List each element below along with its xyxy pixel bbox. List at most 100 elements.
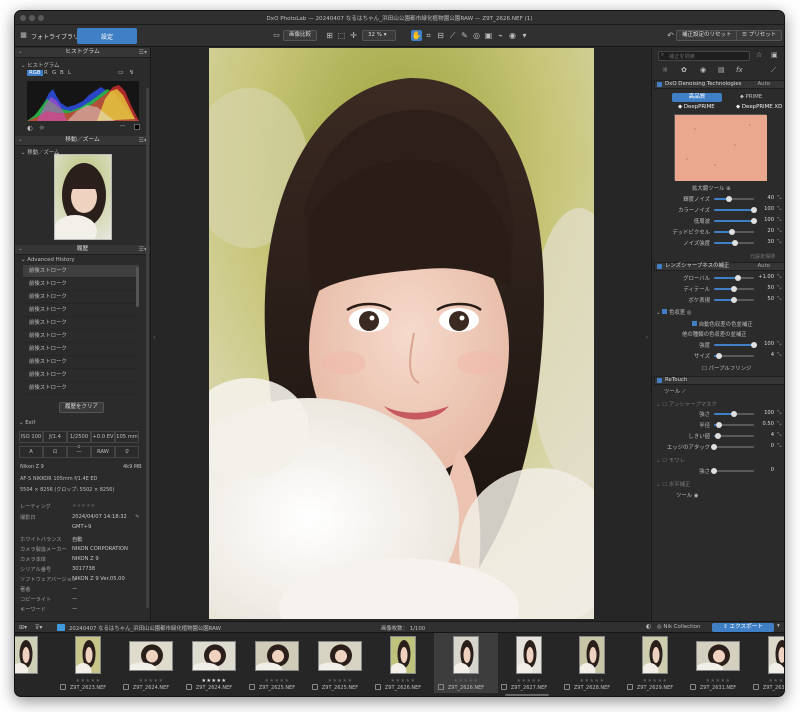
slider-value[interactable]: 0 [756,467,774,473]
retouch-tool-row[interactable]: ツール ⟋ [664,387,686,396]
thumbnail-rating[interactable]: ★★★★★ [623,678,687,684]
export-button[interactable]: ⇪ エクスポート [712,623,774,632]
reset-arrow-icon[interactable]: ⤡ [777,195,781,202]
slider-knob[interactable] [729,229,735,235]
filmstrip-item[interactable]: ★★★★★ Z9T_2626.NEF [371,633,435,693]
slider-value[interactable]: 50 [756,285,774,291]
slider-track[interactable] [714,275,754,281]
slider-track[interactable] [714,218,757,224]
filmstrip-item[interactable]: ★★★★★ Z9T_2624.NEF [182,633,246,693]
slider-value[interactable]: 4 [756,432,774,438]
select-checkbox[interactable] [60,684,66,690]
filmstrip-item[interactable]: ★★★★★ Z9T_2623.NEF [56,633,120,693]
purple-fringe-row[interactable]: ☐ パープルフリンジ [702,364,751,372]
eyedropper-icon[interactable]: ⟋ [771,66,776,75]
filmstrip-item[interactable]: ★★★★★ Z9T_2626.NEF [434,633,498,693]
select-checkbox[interactable] [186,684,192,690]
crop-view-icon[interactable]: ⬚ [336,30,347,41]
reset-arrow-icon[interactable]: ⤡ [777,410,781,417]
slider-track[interactable] [714,196,754,202]
thumbnail-rating[interactable]: ★★★★★ [686,678,750,684]
filmstrip-item[interactable]: ★★★★★ Z9T_2624.NEF [119,633,183,693]
slider-value[interactable]: 100 [756,341,774,347]
filmstrip-item[interactable]: ★★★★★ Z9T_2625.NEF [308,633,372,693]
image-canvas[interactable]: ‹ › [152,48,650,621]
slider-value[interactable]: 40 [756,195,774,201]
slider-knob[interactable] [735,275,741,281]
slider-value[interactable]: 100 [756,206,774,212]
thumbnail-rating[interactable]: ★★★★★ [245,678,309,684]
slider-track[interactable] [714,353,754,359]
lens-sharpness-checkbox[interactable] [657,264,662,269]
chroma-auto-row[interactable]: 自動色収差の色並補正 [692,320,753,328]
hand-tool-icon[interactable]: ✋ [411,30,422,41]
slider-track[interactable] [714,240,754,246]
reset-arrow-icon[interactable]: ⤡ [777,443,781,450]
history-item[interactable]: 前後ストローク [23,278,139,291]
horizon-tool-row[interactable]: ツール ◉ [676,491,699,499]
slider-value[interactable]: 0 [756,443,774,449]
curve-icon[interactable]: ⌒ [120,124,125,132]
fx-icon[interactable]: fx [736,66,743,74]
slider-track[interactable] [714,229,754,235]
light-icon[interactable]: ☼ [662,66,668,74]
reset-arrow-icon[interactable]: ⤡ [777,239,781,246]
folder-name[interactable]: 20240407 なるはちゃん_浜田山公園都市緑化植物園公園RAW [69,624,221,632]
select-checkbox[interactable] [501,684,507,690]
reset-arrow-icon[interactable]: ⤡ [777,285,781,292]
slider-track[interactable] [711,468,754,474]
monitor-icon[interactable]: ▭ [118,69,124,76]
local-adjust-icon[interactable]: ◎ [471,30,482,41]
retouch-checkbox[interactable] [657,378,662,383]
slider-track[interactable] [714,297,754,303]
fit-icon[interactable]: ⊞ [324,30,335,41]
collapse-icon[interactable]: ⌄ [18,245,23,254]
eye-icon[interactable]: ◉ [507,30,518,41]
slider-knob[interactable] [711,468,717,474]
history-item[interactable]: 前後ストローク [23,343,139,356]
filmstrip-item[interactable]: ★★★★★ Z9T_2631.NEF [686,633,750,693]
channel-l[interactable]: L [68,70,71,76]
color-icon[interactable]: ✿ [681,66,687,74]
chroma-header[interactable]: ⌄ 色収差 ◎ [656,308,692,316]
slider-value[interactable]: 4 [756,352,774,358]
histogram-header[interactable]: ⌄ ヒストグラム ☰▾ [15,48,150,58]
slider-knob[interactable] [731,297,737,303]
filmstrip-item[interactable]: ★★★★★ Z9T_2628.NEF [560,633,624,693]
denoise-preview[interactable] [674,114,767,181]
magnifier-icon[interactable]: ⊕ [726,186,731,192]
brush-icon[interactable]: ⌁ [495,30,506,41]
toggle-icon[interactable]: ▣ [771,51,778,59]
eyedropper-icon[interactable]: ⟋ [447,30,458,41]
magnifier-row[interactable]: 拡大鏡ツール ⊕ [692,184,731,192]
history-header[interactable]: ⌄ 履歴 ☰▾ [15,245,150,255]
chroma-checkbox[interactable] [662,309,668,314]
mode-prime[interactable]: ⬥ PRIME [740,94,762,101]
denoise-checkbox[interactable] [657,82,662,87]
select-checkbox[interactable] [438,684,444,690]
zoom-select[interactable]: 32 % ▾ [362,30,396,41]
compare-button[interactable]: 画像比較 [283,30,318,41]
slider-knob[interactable] [715,433,721,439]
slider-value[interactable]: +1.00 [756,274,774,280]
history-item[interactable]: 前後ストローク [23,304,139,317]
filmstrip-scrollbar[interactable] [505,694,549,696]
move-zoom-header[interactable]: ⌄ 移動／ズーム ☰▾ [15,136,150,146]
history-scrollbar[interactable] [136,267,139,307]
thumbnail-rating[interactable]: ★★★★★ [497,678,561,684]
slider-knob[interactable] [731,411,737,417]
select-checkbox[interactable] [312,684,318,690]
tab-customize[interactable]: 設定 [77,28,137,44]
detail-icon[interactable]: ◉ [700,66,706,74]
watermark-icon[interactable]: ▣ [483,30,494,41]
slider-knob[interactable] [715,422,722,428]
slider-value[interactable]: 100 [756,410,774,416]
reset-corrections-button[interactable]: 補正設定のリセット [676,30,738,41]
slider-track[interactable] [714,422,754,428]
undo-icon[interactable]: ↶ [665,30,676,41]
nik-collection-button[interactable]: ◎ Nik Collection [657,624,700,630]
channel-b[interactable]: B [60,70,64,76]
select-checkbox[interactable] [249,684,255,690]
favorite-icon[interactable]: ☆ [756,51,762,59]
reset-arrow-icon[interactable]: ⤡ [777,432,781,439]
